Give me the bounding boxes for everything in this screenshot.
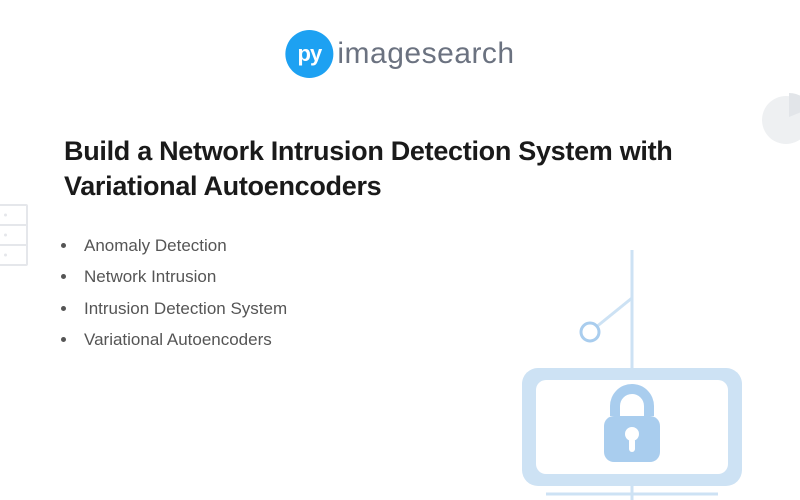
topic-list: Anomaly Detection Network Intrusion Intr…	[78, 230, 287, 356]
list-item-label: Variational Autoencoders	[84, 330, 272, 349]
list-item-label: Network Intrusion	[84, 267, 216, 286]
lock-monitor-illustration	[460, 250, 770, 500]
list-item-label: Anomaly Detection	[84, 236, 227, 255]
logo-wordmark: imagesearch	[337, 37, 514, 71]
list-item: Intrusion Detection System	[78, 293, 287, 324]
server-rack-icon	[0, 204, 28, 266]
brand-logo: py imagesearch	[285, 30, 514, 78]
page-title: Build a Network Intrusion Detection Syst…	[64, 134, 704, 204]
logo-badge: py	[285, 30, 333, 78]
list-item-label: Intrusion Detection System	[84, 299, 287, 318]
list-item: Network Intrusion	[78, 261, 287, 292]
list-item: Anomaly Detection	[78, 230, 287, 261]
pie-chart-icon	[758, 92, 800, 148]
logo-badge-text: py	[298, 41, 322, 67]
slide: py imagesearch Build a Network Intrusion…	[0, 0, 800, 500]
list-item: Variational Autoencoders	[78, 324, 287, 355]
